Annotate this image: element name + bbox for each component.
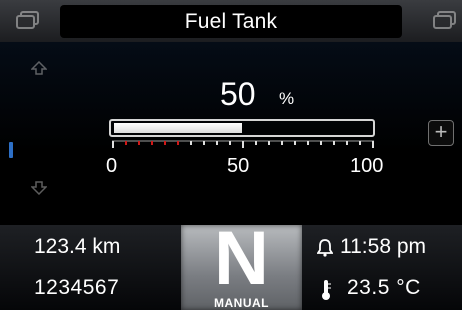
fuel-panel: 50 % 0 50 100 + [0,42,462,225]
fuel-level-fill [114,123,242,133]
fuel-percent-value: 50 [220,76,256,112]
clock-time: 11:58 pm [340,235,426,258]
window-icon[interactable] [432,10,458,30]
gear-letter: N [214,216,269,301]
page-title: Fuel Tank [184,10,278,33]
bell-icon [317,239,333,257]
fuel-scale-ticks [112,140,374,148]
temperature: 23.5 °C [347,276,421,299]
trip-distance: 123.4 km [34,235,121,258]
scroll-indicator [9,142,13,158]
odometer-total: 1234567 [34,276,120,299]
arrow-up-icon[interactable] [31,61,47,75]
fuel-level-bar [109,119,375,137]
arrow-down-icon[interactable] [31,181,47,195]
gear-indicator: N MANUAL [181,221,302,310]
header-bar: Fuel Tank [0,0,462,42]
thermometer-icon [322,280,331,300]
scale-label-min: 0 [106,155,118,177]
title-box: Fuel Tank [60,5,402,38]
scale-label-max: 100 [350,155,384,177]
gear-mode: MANUAL [214,296,269,310]
window-icon[interactable] [15,10,41,30]
fuel-percent-unit: % [279,89,295,108]
scale-label-mid: 50 [227,155,250,177]
status-bar: 123.4 km 1234567 N MANUAL 11:58 pm 23.5 … [0,221,462,310]
increase-button[interactable]: + [428,120,454,146]
